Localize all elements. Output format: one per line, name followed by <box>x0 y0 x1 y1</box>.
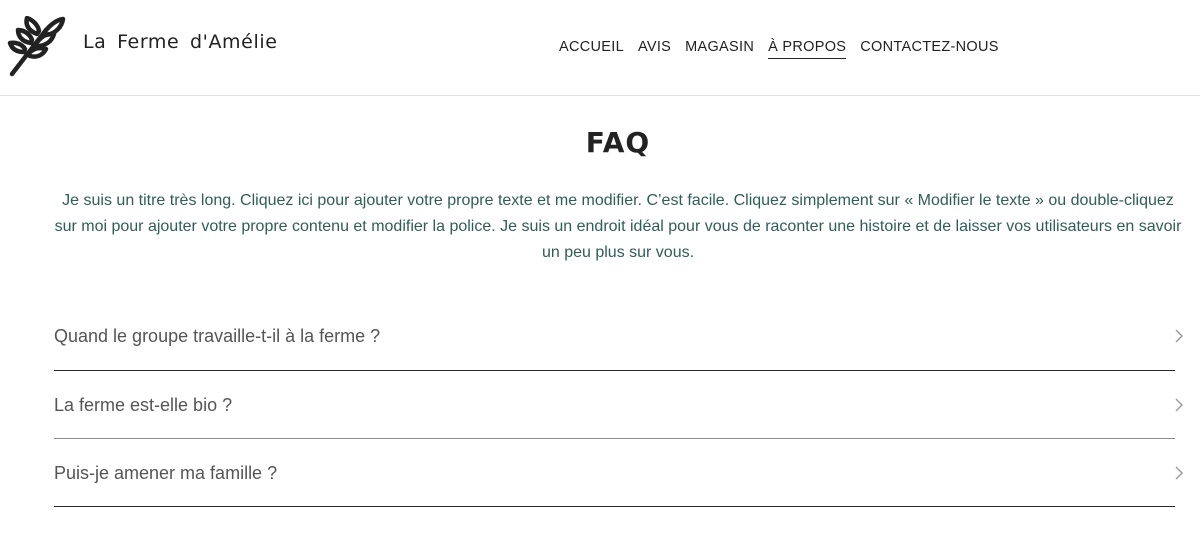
brand-name[interactable]: La Ferme d'Amélie <box>83 31 278 53</box>
leaf-branch-icon[interactable] <box>6 16 66 78</box>
page-title: FAQ <box>585 126 651 159</box>
nav-item-accueil[interactable]: ACCUEIL <box>559 38 624 59</box>
chevron-right-icon <box>1175 398 1183 412</box>
faq-list: Quand le groupe travaille-t-il à la ferm… <box>54 302 1183 507</box>
faq-question: Quand le groupe travaille-t-il à la ferm… <box>54 326 381 346</box>
main-nav: ACCUEIL AVIS MAGASIN À PROPOS CONTACTEZ-… <box>559 38 999 59</box>
faq-question: La ferme est-elle bio ? <box>54 395 233 415</box>
nav-item-contactez-nous[interactable]: CONTACTEZ-NOUS <box>860 38 998 59</box>
nav-item-a-propos[interactable]: À PROPOS <box>768 38 847 59</box>
nav-item-magasin[interactable]: MAGASIN <box>685 38 754 59</box>
nav-item-avis[interactable]: AVIS <box>638 38 671 59</box>
intro-paragraph: Je suis un titre très long. Cliquez ici … <box>54 192 1182 261</box>
faq-item[interactable]: Quand le groupe travaille-t-il à la ferm… <box>54 302 1183 371</box>
chevron-right-icon <box>1175 466 1183 480</box>
chevron-right-icon <box>1175 329 1183 343</box>
faq-item[interactable]: La ferme est-elle bio ? <box>54 371 1183 439</box>
faq-question: Puis-je amener ma famille ? <box>54 463 278 483</box>
site-header: La Ferme d'Amélie ACCUEIL AVIS MAGASIN À… <box>0 0 1200 96</box>
faq-item[interactable]: Puis-je amener ma famille ? <box>54 439 1183 507</box>
